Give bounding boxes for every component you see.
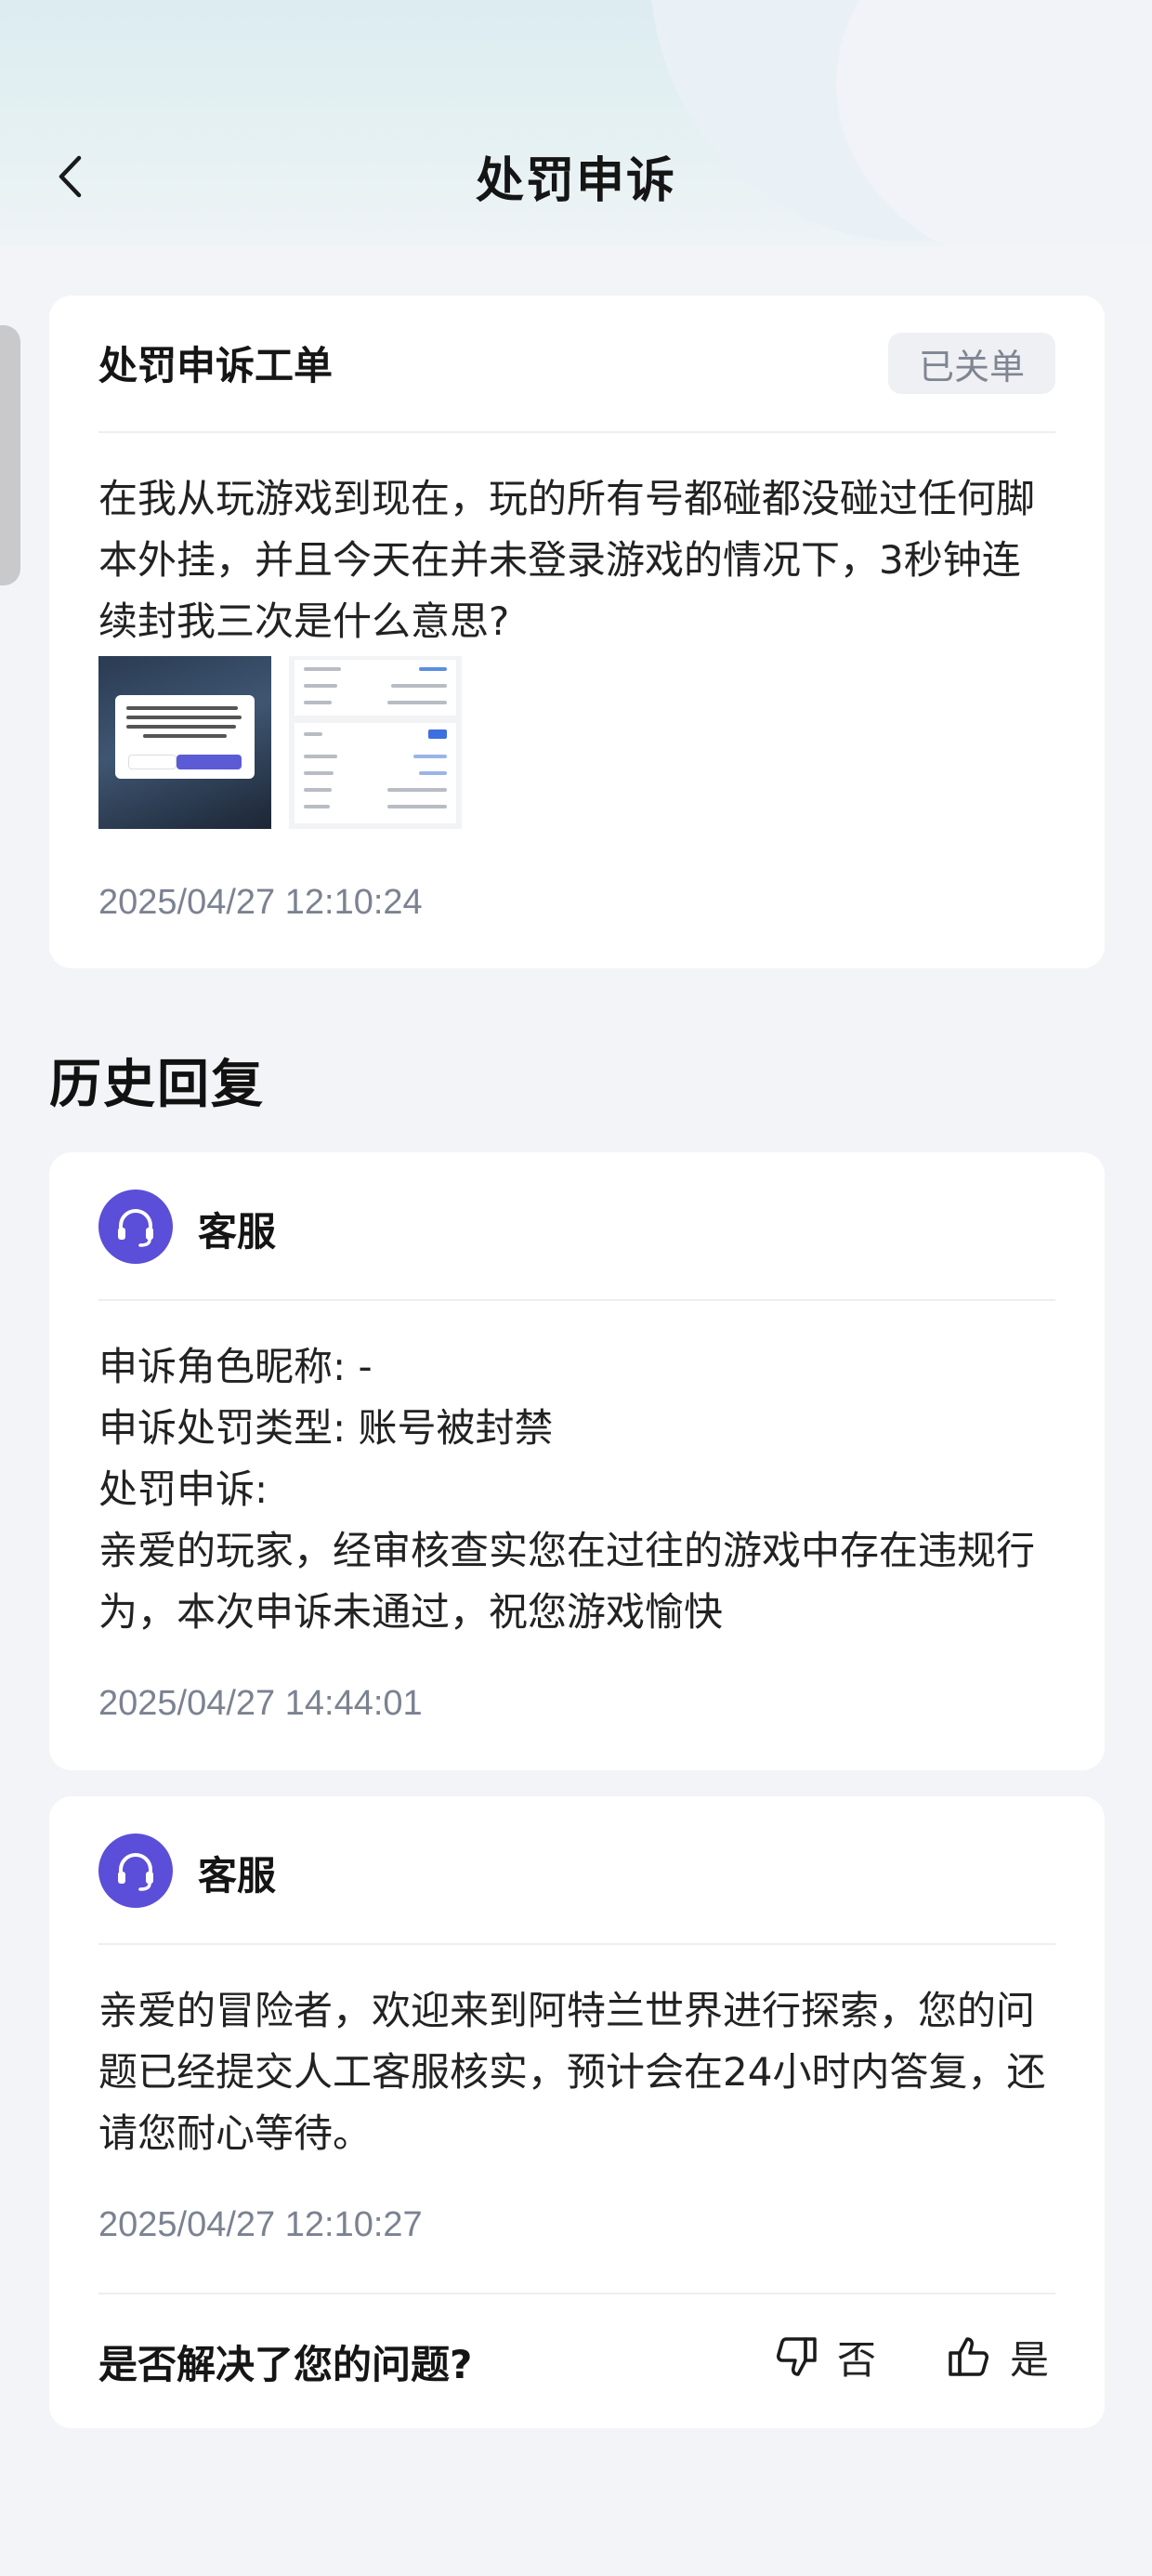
attachment-thumbnail[interactable] [98, 656, 271, 829]
thumbs-up-icon [949, 2337, 988, 2376]
headset-icon [118, 1853, 153, 1891]
agent-avatar [98, 1189, 173, 1264]
status-badge: 已关单 [888, 333, 1055, 394]
divider [98, 1943, 1055, 1945]
reply-timestamp: 2025/04/27 14:44:01 [98, 1684, 423, 1723]
reply-card: 客服 亲爱的冒险者，欢迎来到阿特兰世界进行探索，您的问题已经提交人工客服核实，预… [49, 1796, 1105, 2428]
top-nav-bar: 处罚申诉 [0, 130, 1152, 223]
divider [98, 1299, 1055, 1301]
reply-timestamp: 2025/04/27 12:10:27 [98, 2205, 423, 2244]
agent-avatar [98, 1833, 173, 1908]
section-title: 历史回复 [49, 1055, 265, 1115]
thumbnail-panel [295, 723, 456, 823]
page-title: 处罚申诉 [475, 153, 676, 209]
reply-content: 亲爱的冒险者，欢迎来到阿特兰世界进行探索，您的问题已经提交人工客服核实，预计会在… [98, 1988, 1046, 2156]
agent-name: 客服 [198, 1853, 277, 1899]
ticket-title: 处罚申诉工单 [98, 343, 334, 388]
thumbs-down-icon [777, 2337, 817, 2376]
reply-card: 客服 申诉角色昵称: - 申诉处罚类型: 账号被封禁 处罚申诉: 亲爱的玩家，经… [49, 1152, 1105, 1770]
headset-icon [118, 1209, 153, 1247]
side-drawer-handle[interactable] [0, 325, 20, 585]
thumbnail-panel [295, 660, 456, 716]
ticket-card: 处罚申诉工单 已关单 在我从玩游戏到现在，玩的所有号都碰都没碰过任何脚本外挂，并… [49, 296, 1105, 968]
helpful-button[interactable]: 是 [947, 2326, 1049, 2387]
agent-name: 客服 [198, 1209, 277, 1255]
ticket-content: 在我从玩游戏到现在，玩的所有号都碰都没碰过任何脚本外挂，并且今天在并未登录游戏的… [98, 476, 1036, 644]
ticket-timestamp: 2025/04/27 12:10:24 [98, 883, 423, 922]
reply-content: 申诉角色昵称: - 申诉处罚类型: 账号被封禁 处罚申诉: 亲爱的玩家，经审核查… [98, 1344, 1036, 1635]
feedback-question: 是否解决了您的问题? [98, 2342, 473, 2387]
thumbnail-dialog [115, 695, 255, 779]
not-helpful-label: 否 [837, 2336, 877, 2383]
divider [98, 2293, 1055, 2294]
divider [98, 431, 1055, 433]
helpful-label: 是 [1010, 2336, 1050, 2383]
not-helpful-button[interactable]: 否 [774, 2326, 876, 2387]
attachment-thumbnail[interactable] [289, 656, 462, 829]
